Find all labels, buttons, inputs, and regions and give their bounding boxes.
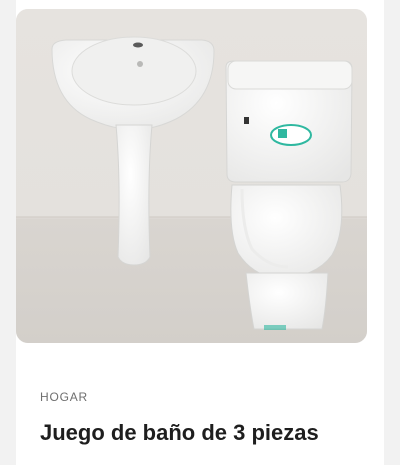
bathroom-set-photo-icon	[16, 9, 367, 343]
product-title[interactable]: Juego de baño de 3 piezas	[40, 419, 370, 447]
product-image[interactable]	[16, 9, 367, 343]
product-category: HOGAR	[40, 390, 89, 404]
